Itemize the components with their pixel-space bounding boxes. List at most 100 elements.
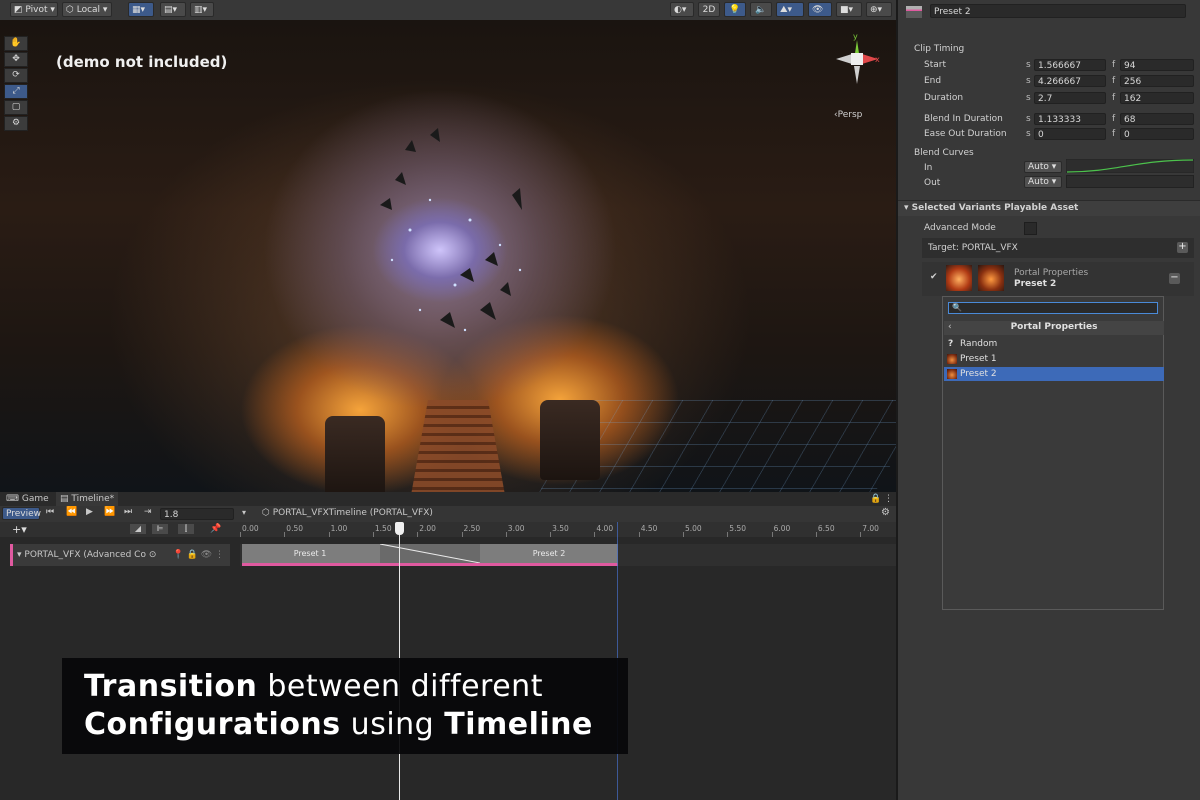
seconds-field[interactable]: 1.566667 bbox=[1034, 59, 1106, 71]
portal-particles bbox=[380, 128, 522, 332]
track-controls[interactable]: 📍 🔒 👁 ⋮ bbox=[173, 544, 224, 566]
blend-in-dropdown[interactable]: Auto ▾ bbox=[1024, 161, 1062, 173]
timeline-tabs: ⌨ Game ▤ Timeline* 🔒 ⋮ bbox=[0, 492, 896, 507]
scale-tool[interactable]: ⤢ bbox=[4, 84, 28, 99]
timeline-settings-icon[interactable]: ⚙ bbox=[881, 507, 890, 518]
prev-frame-button[interactable]: ⏪ bbox=[66, 507, 77, 517]
popup-item-random[interactable]: ? Random bbox=[944, 337, 1164, 351]
question-icon: ? bbox=[948, 339, 954, 349]
variant-check-icon[interactable]: ✔ bbox=[930, 272, 938, 282]
remove-variant-button[interactable]: − bbox=[1169, 273, 1180, 284]
frame-dropdown-icon[interactable]: ▾ bbox=[242, 508, 246, 517]
scene-orientation-gizmo[interactable]: y x bbox=[832, 32, 882, 98]
frames-field[interactable]: 256 bbox=[1120, 75, 1194, 87]
seconds-field[interactable]: 4.266667 bbox=[1034, 75, 1106, 87]
eye-slash-icon: 👁 bbox=[812, 5, 824, 15]
overlay-button[interactable]: ▥▾ bbox=[190, 2, 214, 17]
frames-field[interactable]: 162 bbox=[1120, 92, 1194, 104]
popup-item-preset-2[interactable]: Preset 2 bbox=[944, 367, 1164, 381]
effects-icon: ⛰▾ bbox=[780, 5, 793, 15]
camera-button[interactable]: ■▾ bbox=[836, 2, 862, 17]
frames-unit: f bbox=[1112, 114, 1116, 124]
advanced-mode-checkbox[interactable] bbox=[1024, 222, 1037, 235]
clip-preset-2[interactable]: Preset 2 bbox=[480, 544, 618, 566]
timeline-asset-breadcrumb[interactable]: ⬡ PORTAL_VFXTimeline (PORTAL_VFX) bbox=[262, 508, 433, 518]
blend-out-dropdown[interactable]: Auto ▾ bbox=[1024, 176, 1062, 188]
track-header[interactable]: ▾ PORTAL_VFX (Advanced Co ⊙ 📍 🔒 👁 ⋮ bbox=[10, 544, 230, 566]
sphere-icon: ◐▾ bbox=[674, 5, 687, 15]
ruler-tick-label: 3.50 bbox=[552, 524, 569, 533]
lightbulb-icon: 💡 bbox=[729, 5, 741, 15]
rotate-icon: ⟳ bbox=[12, 70, 20, 80]
next-frame-button[interactable]: ⏩ bbox=[104, 507, 115, 517]
seconds-field[interactable]: 2.7 bbox=[1034, 92, 1106, 104]
ruler-tick-label: 7.00 bbox=[862, 524, 879, 533]
timeline-ruler[interactable]: +▾ ◢ ⊫ ⫿ 📌 0.00 0.50 1.00 1.50 2.00 2.50 3.00 3… bbox=[0, 522, 896, 537]
local-dropdown[interactable]: ⬡ Local ▾ bbox=[62, 2, 112, 17]
rotate-tool[interactable]: ⟳ bbox=[4, 68, 28, 83]
seconds-unit: s bbox=[1026, 114, 1031, 124]
visibility-toggle[interactable]: 👁 bbox=[808, 2, 832, 17]
track-target-icon[interactable]: ⊙ bbox=[149, 550, 157, 560]
hand-tool[interactable]: ✋ bbox=[4, 36, 28, 51]
shading-mode-button[interactable]: ◐▾ bbox=[670, 2, 694, 17]
grid-snap-button[interactable]: ▦▾ bbox=[128, 2, 154, 17]
frames-field[interactable]: 68 bbox=[1120, 113, 1194, 125]
play-button[interactable]: ▶ bbox=[86, 507, 93, 517]
ruler-tick-label: 3.00 bbox=[507, 524, 525, 533]
blend-out-curve[interactable] bbox=[1066, 175, 1194, 188]
transform-tool[interactable]: ⚙ bbox=[4, 116, 28, 131]
clip-name-field[interactable]: Preset 2 bbox=[930, 4, 1186, 18]
tab-timeline[interactable]: ▤ Timeline* bbox=[56, 492, 119, 506]
section-header[interactable]: ▾ Selected Variants Playable Asset bbox=[898, 200, 1200, 216]
move-tool[interactable]: ✥ bbox=[4, 52, 28, 67]
lighting-toggle[interactable]: 💡 bbox=[724, 2, 746, 17]
globe-icon: ⊕▾ bbox=[870, 5, 883, 15]
tab-menu-icon[interactable]: ⋮ bbox=[880, 492, 897, 506]
add-target-button[interactable]: + bbox=[1177, 242, 1188, 253]
popup-search-input[interactable] bbox=[963, 303, 1153, 313]
track-name: PORTAL_VFX (Advanced Co bbox=[24, 550, 146, 560]
gizmos-button[interactable]: ⊕▾ bbox=[866, 2, 892, 17]
persp-label[interactable]: ‹Persp bbox=[834, 110, 862, 120]
frames-unit: f bbox=[1112, 60, 1116, 70]
timeline-toolbar: Preview ⏮ ⏪ ▶ ⏩ ⏭ ⇥ 1.8 ▾ ⬡ PORTAL_VFXTi… bbox=[0, 506, 896, 523]
2d-toggle[interactable]: 2D bbox=[698, 2, 720, 17]
seconds-field[interactable]: 1.133333 bbox=[1034, 113, 1106, 125]
target-label: Target: PORTAL_VFX bbox=[928, 243, 1018, 253]
frames-field[interactable]: 0 bbox=[1120, 128, 1194, 140]
last-frame-button[interactable]: ⏭ bbox=[124, 507, 132, 517]
pivot-dropdown[interactable]: ◩ Pivot ▾ bbox=[10, 2, 58, 17]
popup-search-field[interactable]: 🔍 bbox=[948, 302, 1158, 314]
thumbnail-icon bbox=[947, 369, 957, 379]
rect-tool[interactable]: ▢ bbox=[4, 100, 28, 115]
clip-icon bbox=[906, 6, 922, 18]
ruler-tick-label: 1.50 bbox=[374, 524, 392, 533]
transform-icon: ⚙ bbox=[11, 118, 21, 128]
cube-icon: ⬡ bbox=[66, 5, 74, 15]
variant-row[interactable]: ✔ Portal Properties Preset 2 − bbox=[922, 262, 1194, 296]
ruler-tick-label: 1.00 bbox=[330, 524, 348, 533]
play-range-button[interactable]: ⇥ bbox=[144, 507, 152, 517]
ruler-tick-label: 6.00 bbox=[773, 524, 791, 533]
blend-in-curve[interactable] bbox=[1066, 159, 1194, 173]
popup-title: Portal Properties bbox=[1010, 322, 1098, 332]
first-frame-button[interactable]: ⏮ bbox=[46, 507, 54, 517]
pivot-icon: ◩ bbox=[14, 5, 23, 15]
frames-unit: f bbox=[1112, 93, 1116, 103]
frames-unit: f bbox=[1112, 76, 1116, 86]
popup-item-preset-1[interactable]: Preset 1 bbox=[944, 352, 1164, 366]
snap-increment-button[interactable]: ▤▾ bbox=[160, 2, 186, 17]
frame-field[interactable]: 1.8 bbox=[160, 508, 234, 520]
scene-view[interactable]: ✋ ✥ ⟳ ⤢ ▢ ⚙ (demo not included) y x ‹Per… bbox=[0, 20, 896, 492]
seconds-unit: s bbox=[1026, 60, 1031, 70]
seconds-field[interactable]: 0 bbox=[1034, 128, 1106, 140]
audio-toggle[interactable]: 🔈 bbox=[750, 2, 772, 17]
playhead-handle[interactable] bbox=[395, 522, 404, 535]
frames-field[interactable]: 94 bbox=[1120, 59, 1194, 71]
tab-game[interactable]: ⌨ Game bbox=[2, 492, 53, 506]
ruler-tick-label: 5.00 bbox=[685, 524, 702, 533]
preview-button[interactable]: Preview bbox=[2, 507, 41, 520]
effects-toggle[interactable]: ⛰▾ bbox=[776, 2, 804, 17]
grid-icon: ▦▾ bbox=[132, 5, 146, 15]
